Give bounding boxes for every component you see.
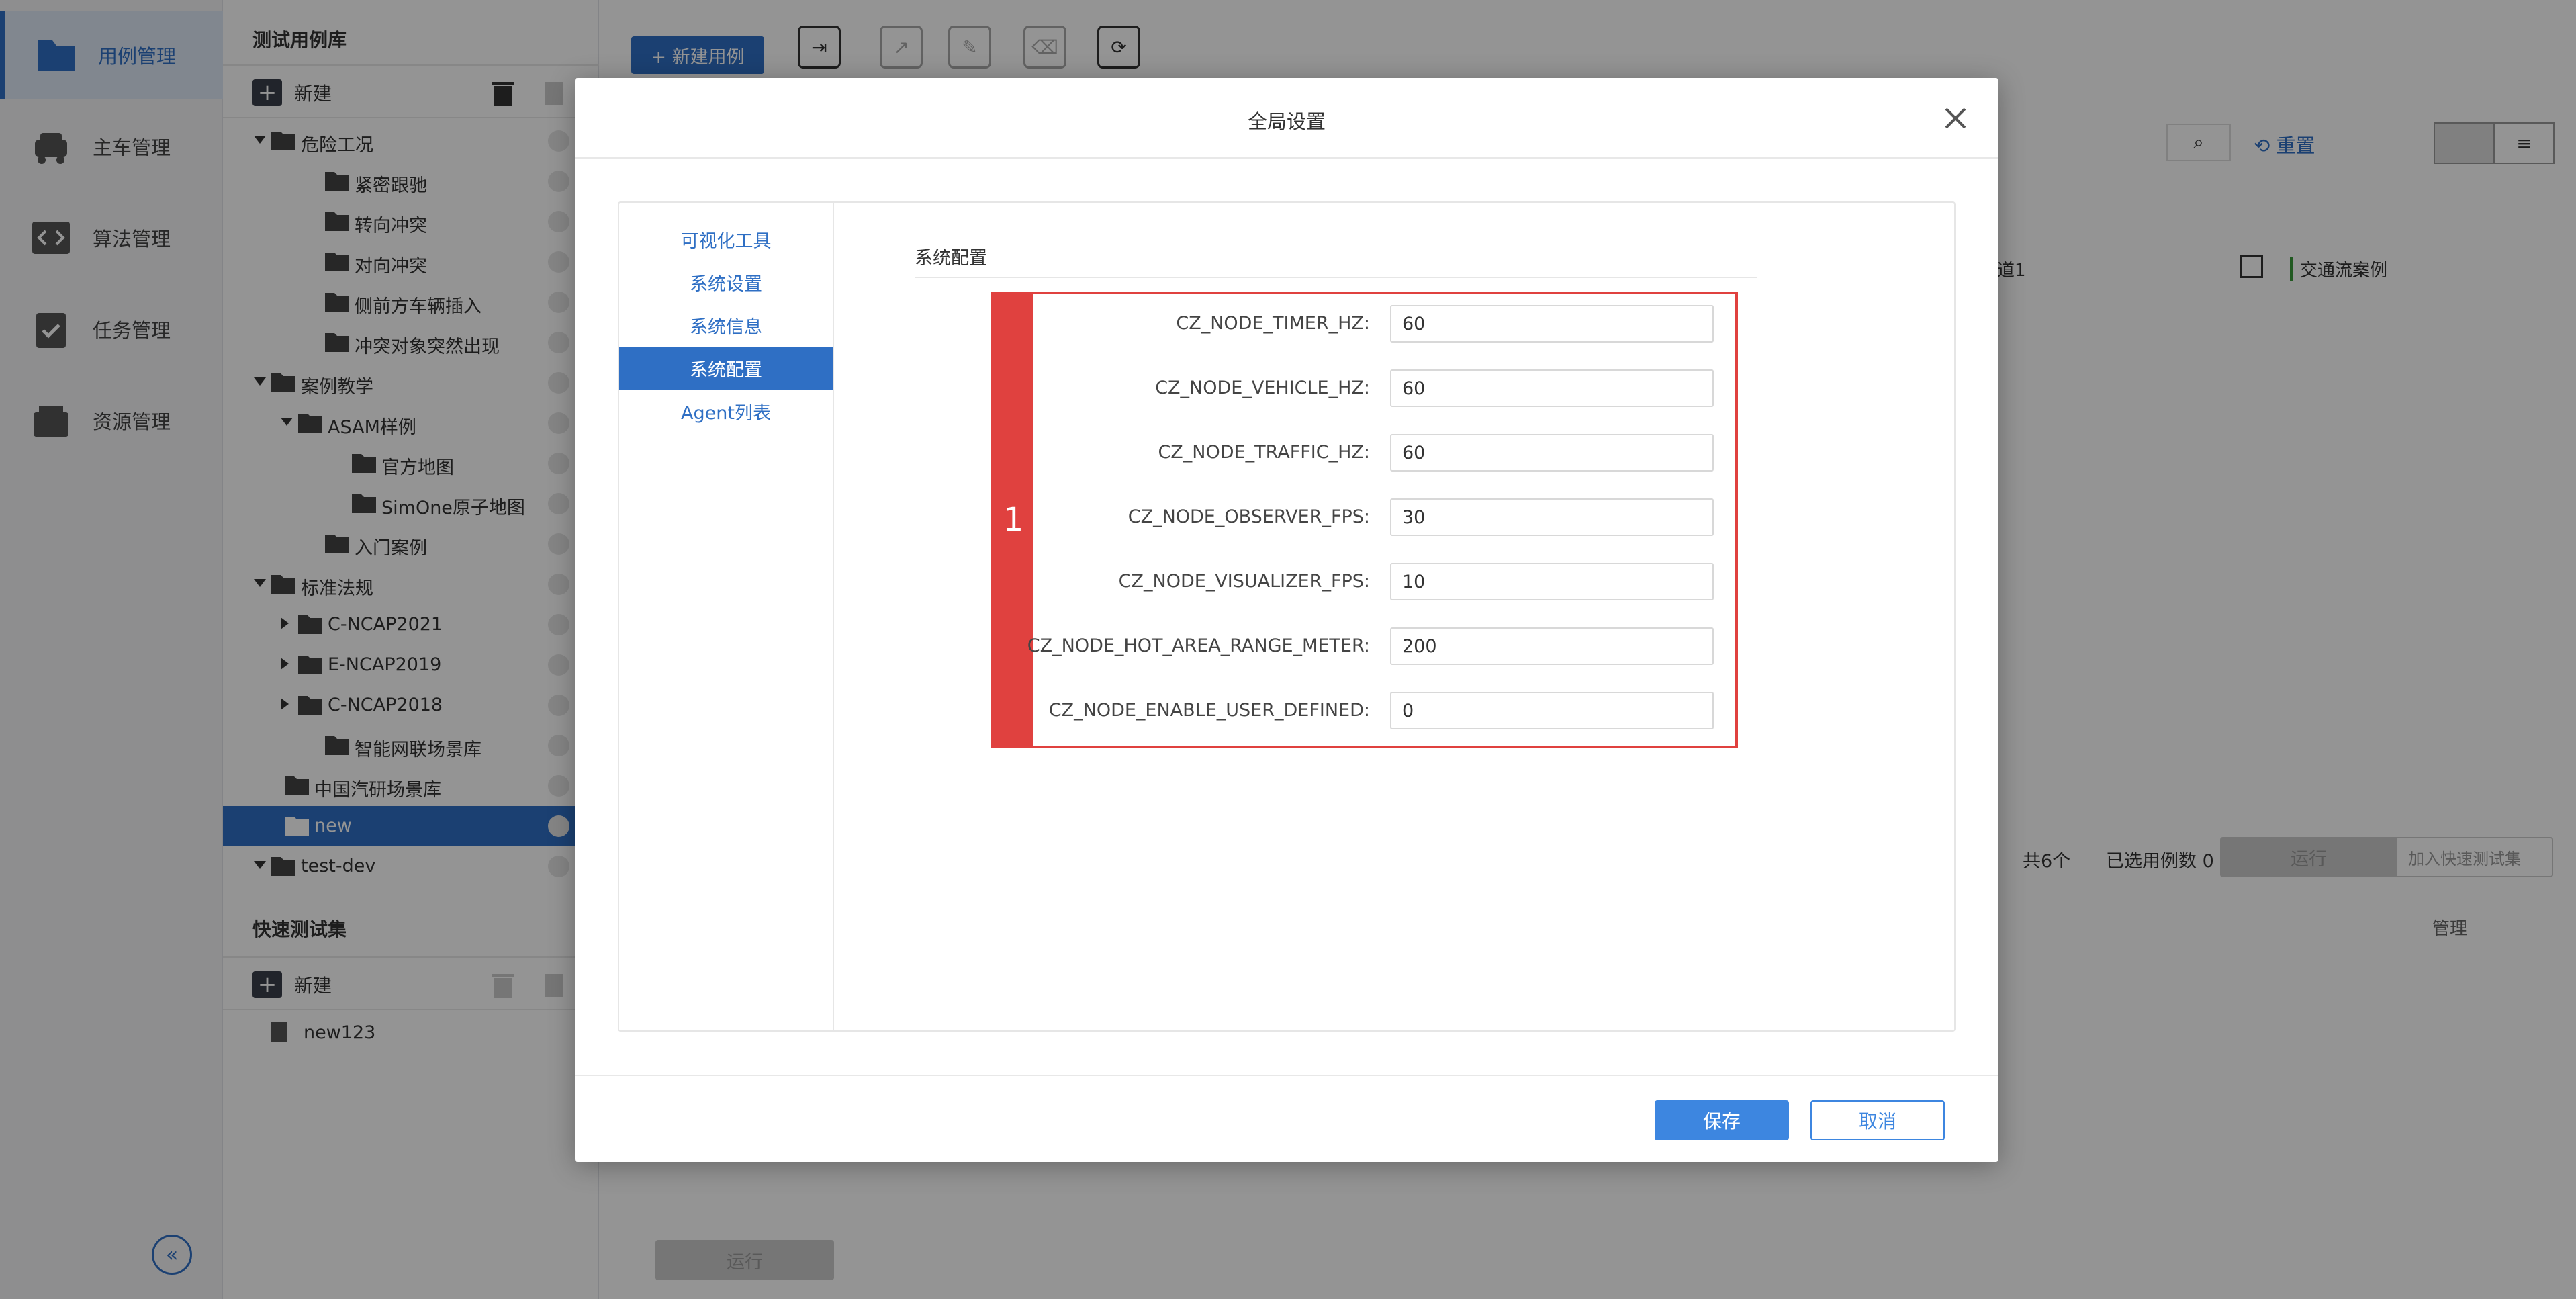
cancel-button[interactable]: 取消 xyxy=(1810,1100,1945,1140)
global-settings-dialog: 全局设置 可视化工具 系统设置 系统信息 系统配置 Agent列表 系统配置 1 CZ_… xyxy=(575,78,1998,1162)
config-field-label: CZ_NODE_HOT_AREA_RANGE_METER: xyxy=(1027,635,1370,656)
config-form-row: CZ_NODE_VISUALIZER_FPS: xyxy=(1034,563,1733,603)
config-field-input[interactable] xyxy=(1390,369,1714,407)
settings-content: 系统配置 1 CZ_NODE_TIMER_HZ: CZ_NODE_VEHICLE_… xyxy=(834,203,1956,1030)
config-field-label: CZ_NODE_VISUALIZER_FPS: xyxy=(1118,571,1370,592)
config-field-input[interactable] xyxy=(1390,434,1714,472)
dialog-footer: 保存 取消 xyxy=(575,1075,1998,1162)
config-form-row: CZ_NODE_HOT_AREA_RANGE_METER: xyxy=(1027,627,1733,668)
config-form-row: CZ_NODE_TRAFFIC_HZ: xyxy=(1034,434,1733,474)
save-button[interactable]: 保存 xyxy=(1655,1100,1789,1140)
config-field-label: CZ_NODE_OBSERVER_FPS: xyxy=(1128,506,1370,527)
settings-menu-item[interactable]: 系统设置 xyxy=(619,261,833,304)
section-title: 系统配置 xyxy=(915,248,987,269)
config-form-row: CZ_NODE_TIMER_HZ: xyxy=(1034,305,1733,345)
config-field-input[interactable] xyxy=(1390,498,1714,536)
dialog-header: 全局设置 xyxy=(575,78,1998,159)
annotation-box: 1 CZ_NODE_TIMER_HZ: CZ_NODE_VEHICLE_HZ: CZ… xyxy=(991,292,1738,748)
config-form-row: CZ_NODE_ENABLE_USER_DEFINED: xyxy=(1034,692,1733,732)
config-field-input[interactable] xyxy=(1390,627,1714,665)
config-field-input[interactable] xyxy=(1390,305,1714,343)
settings-menu-item[interactable]: Agent列表 xyxy=(619,390,833,433)
config-form-row: CZ_NODE_OBSERVER_FPS: xyxy=(1034,498,1733,539)
config-form-row: CZ_NODE_VEHICLE_HZ: xyxy=(1034,369,1733,410)
config-field-label: CZ_NODE_VEHICLE_HZ: xyxy=(1155,377,1370,398)
config-field-label: CZ_NODE_ENABLE_USER_DEFINED: xyxy=(1048,700,1370,721)
dialog-title: 全局设置 xyxy=(1247,110,1326,133)
config-field-input[interactable] xyxy=(1390,692,1714,729)
app-root: 用例管理 主车管理 算法管理 任务管理 资源管理 « 测试用例库 + 新建 危险… xyxy=(0,0,2576,1299)
config-field-label: CZ_NODE_TRAFFIC_HZ: xyxy=(1158,442,1370,463)
settings-menu-item[interactable]: 系统配置 xyxy=(619,347,833,390)
close-icon[interactable] xyxy=(1942,105,1969,132)
settings-menu: 可视化工具 系统设置 系统信息 系统配置 Agent列表 xyxy=(619,203,834,1030)
annotation-number: 1 xyxy=(994,294,1033,746)
config-field-label: CZ_NODE_TIMER_HZ: xyxy=(1176,313,1370,334)
dialog-body: 可视化工具 系统设置 系统信息 系统配置 Agent列表 系统配置 1 CZ_NODE_… xyxy=(618,201,1956,1032)
settings-menu-item[interactable]: 系统信息 xyxy=(619,304,833,347)
config-field-input[interactable] xyxy=(1390,563,1714,600)
settings-menu-item[interactable]: 可视化工具 xyxy=(619,218,833,261)
section-divider xyxy=(915,277,1757,278)
